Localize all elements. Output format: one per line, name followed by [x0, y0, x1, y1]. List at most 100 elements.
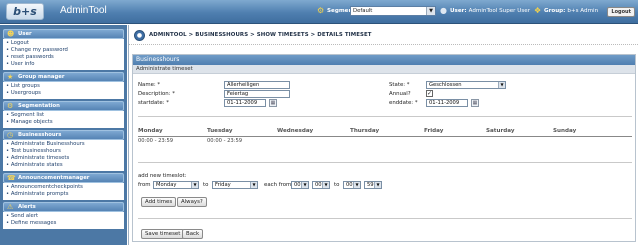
time-monday: 00:00 - 23:59	[138, 138, 174, 144]
segment-select[interactable]: Default ▼	[350, 6, 436, 16]
to-day-select[interactable]: Friday ▼	[212, 181, 258, 189]
user-label: User:	[450, 8, 467, 14]
sidebar-item-label: reset passwords	[10, 54, 54, 60]
alert-icon: ⚠	[7, 203, 14, 211]
sidebar-item-manage-objects[interactable]: • Manage objects	[6, 119, 121, 126]
divider	[138, 116, 632, 117]
app-logo: b+s	[6, 3, 44, 20]
sidebar-item-reset-passwords[interactable]: • reset passwords	[6, 54, 121, 61]
sidebar-item-administrate-businesshours[interactable]: • Administrate Businesshours	[6, 141, 121, 148]
divider	[138, 218, 632, 219]
section-items: • Administrate Businesshours • Test busi…	[3, 140, 124, 171]
group-icon: ❖	[534, 6, 542, 15]
sidebar-item-administrate-timesets[interactable]: • Administrate timesets	[6, 155, 121, 162]
sidebar-item-send-alert[interactable]: • Send alert	[6, 213, 121, 220]
each-from-label: each from	[264, 182, 292, 188]
day-wednesday: Wednesday	[277, 128, 314, 134]
businesshours-panel: Businesshours Administrate timeset Name:…	[132, 54, 636, 242]
week-times: 00:00 - 23:59 00:00 - 23:59	[138, 138, 632, 146]
section-items: • Segment list • Manage objects	[3, 111, 124, 128]
sidebar-item-define-messages[interactable]: • Define messages	[6, 220, 121, 227]
enddate-field[interactable]: 01-11-2009	[426, 99, 468, 107]
user-value: AdminTool Super User	[468, 8, 531, 14]
sidebar-item-label: Change my password	[10, 47, 68, 53]
annual-checkbox[interactable]: ✓	[426, 90, 433, 97]
back-button[interactable]: Back	[182, 229, 204, 239]
section-title: Alerts	[18, 204, 36, 210]
sidebar-item-administrate-states[interactable]: • Administrate states	[6, 162, 121, 169]
sidebar-item-logout[interactable]: • Logout	[6, 40, 121, 47]
chevron-down-icon: ▼	[353, 182, 360, 188]
sidebar-section-segmentation[interactable]: ⚙ Segmentation	[3, 101, 124, 111]
sidebar-item-label: Send alert	[10, 213, 39, 219]
user-icon: ●	[440, 6, 447, 15]
sidebar-item-label: Segment list	[10, 112, 45, 118]
week-divider	[138, 136, 632, 137]
day-saturday: Saturday	[486, 128, 515, 134]
to-day-value: Friday	[215, 182, 231, 188]
day-sunday: Sunday	[553, 128, 577, 134]
segment-icon: ⚙	[317, 6, 325, 15]
chevron-down-icon: ▼	[191, 182, 198, 188]
section-title: Announcementmanager	[18, 175, 90, 181]
week-header: Monday Tuesday Wednesday Thursday Friday…	[138, 128, 632, 136]
group-value: b+s Admin	[567, 8, 599, 14]
user-icon: ☻	[7, 30, 15, 38]
divider	[138, 162, 632, 163]
sidebar-item-usergroups[interactable]: • Usergroups	[6, 90, 121, 97]
calendar-icon[interactable]: ▦	[471, 99, 479, 107]
sidebar-item-label: Administrate states	[10, 162, 63, 168]
to-minute-select[interactable]: 59 ▼	[364, 181, 382, 189]
sidebar-item-list-groups[interactable]: • List groups	[6, 83, 121, 90]
always-button[interactable]: Always?	[177, 197, 207, 207]
user-info: User: AdminTool Super User	[450, 8, 530, 14]
home-icon[interactable]: ●	[134, 30, 145, 41]
add-timeslot-label: add new timeslot:	[138, 173, 187, 179]
sidebar-section-announcementmanager[interactable]: ☎ Announcementmanager	[3, 173, 124, 183]
state-select-value: Geschlossen	[429, 82, 462, 88]
sidebar-item-test-businesshours[interactable]: • Test businesshours	[6, 148, 121, 155]
state-select[interactable]: Geschlossen ▼	[426, 81, 506, 89]
day-thursday: Thursday	[350, 128, 380, 134]
sidebar-section-alerts[interactable]: ⚠ Alerts	[3, 202, 124, 212]
logout-button[interactable]: Logout	[607, 7, 635, 17]
section-items: • Logout • Change my password • reset pa…	[3, 39, 124, 70]
add-times-button[interactable]: Add times	[141, 197, 177, 207]
sidebar-section-group-manager[interactable]: ★ Group manager	[3, 72, 124, 82]
sidebar-item-change-password[interactable]: • Change my password	[6, 47, 121, 54]
section-title: Segmentation	[18, 103, 60, 109]
sidebar-item-label: Usergroups	[10, 90, 41, 96]
chevron-down-icon: ▼	[322, 182, 329, 188]
breadcrumb-text: AdminTool > Businesshours > show timeset…	[149, 32, 372, 38]
from-minute-select[interactable]: 00 ▼	[312, 181, 330, 189]
save-timeset-button[interactable]: Save timeset	[141, 229, 185, 239]
sidebar-item-segment-list[interactable]: • Segment list	[6, 112, 121, 119]
sidebar-section-businesshours[interactable]: ◷ Businesshours	[3, 130, 124, 140]
sidebar-section-user[interactable]: ☻ User	[3, 29, 124, 39]
sidebar-item-label: List groups	[10, 83, 40, 89]
description-label: Description: *	[138, 91, 175, 97]
to-hour-select[interactable]: 00 ▼	[343, 181, 361, 189]
sidebar-item-user-info[interactable]: • User info	[6, 61, 121, 68]
sidebar-item-label: User info	[10, 61, 35, 67]
panel-title: Businesshours	[133, 55, 635, 65]
time-tuesday: 00:00 - 23:59	[207, 138, 243, 144]
name-field[interactable]: Allerheiligen	[224, 81, 290, 89]
from-day-select[interactable]: Monday ▼	[153, 181, 199, 189]
sidebar-item-administrate-prompts[interactable]: • Administrate prompts	[6, 191, 121, 198]
section-items: • Announcementcheckpoints • Administrate…	[3, 183, 124, 200]
from-hour-select[interactable]: 00 ▼	[291, 181, 309, 189]
top-bar: b+s AdminTool ⚙ Segment: Default ▼ ● Use…	[0, 0, 638, 24]
from-day-value: Monday	[156, 182, 177, 188]
chevron-down-icon: ▼	[374, 182, 381, 188]
description-field[interactable]: Feiertag	[224, 90, 290, 98]
calendar-icon[interactable]: ▦	[269, 99, 277, 107]
startdate-field[interactable]: 01-11-2009	[224, 99, 266, 107]
sidebar-item-label: Administrate prompts	[10, 191, 69, 197]
sidebar-item-label: Logout	[10, 40, 29, 46]
section-title: User	[18, 31, 32, 37]
state-label: State: *	[389, 82, 410, 88]
to-label: to	[334, 182, 340, 188]
group-info: Group: b+s Admin	[544, 8, 598, 14]
sidebar-item-announcementcheckpoints[interactable]: • Announcementcheckpoints	[6, 184, 121, 191]
